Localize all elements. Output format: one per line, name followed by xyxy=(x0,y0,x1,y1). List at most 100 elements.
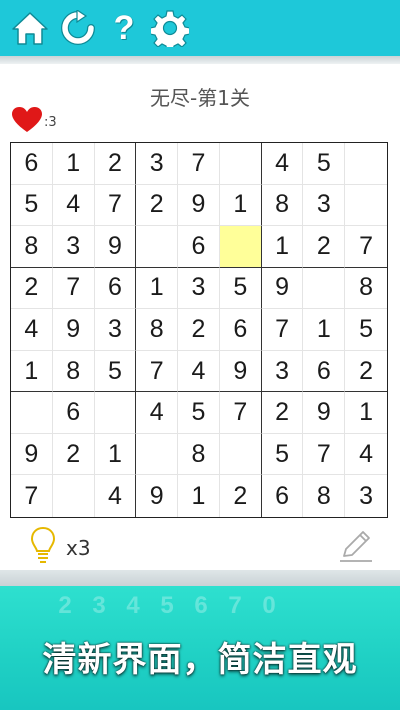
number-pad-key[interactable]: 6 xyxy=(188,592,214,620)
sudoku-cell[interactable]: 1 xyxy=(303,309,346,351)
sudoku-cell[interactable]: 1 xyxy=(261,226,304,268)
sudoku-cell[interactable]: 7 xyxy=(11,475,53,517)
sudoku-cell[interactable]: 7 xyxy=(136,350,179,393)
sudoku-cell[interactable]: 4 xyxy=(11,309,53,351)
sudoku-cell[interactable]: 9 xyxy=(178,184,220,227)
sudoku-cell[interactable]: 9 xyxy=(261,267,304,310)
pencil-button[interactable] xyxy=(336,526,376,566)
sudoku-cell[interactable]: 8 xyxy=(261,184,304,227)
lives-count: :3 xyxy=(44,114,57,130)
sudoku-cell[interactable]: 5 xyxy=(345,309,387,351)
sudoku-cell[interactable]: 8 xyxy=(345,268,387,310)
sudoku-board: 6123745547291838396127276135984938267151… xyxy=(10,142,388,518)
sudoku-cell[interactable]: 9 xyxy=(11,433,53,476)
sudoku-cell[interactable]: 7 xyxy=(345,226,387,268)
sudoku-cell[interactable]: 7 xyxy=(303,433,346,476)
sudoku-cell[interactable]: 6 xyxy=(303,350,346,393)
sudoku-cell[interactable]: 6 xyxy=(94,267,137,310)
sudoku-cell[interactable]: 3 xyxy=(345,475,387,517)
sudoku-cell[interactable]: 6 xyxy=(178,226,220,268)
sudoku-cell[interactable] xyxy=(136,226,179,268)
sudoku-cell[interactable]: 3 xyxy=(261,350,304,393)
sudoku-cell[interactable]: 9 xyxy=(136,475,179,517)
sudoku-cell[interactable]: 2 xyxy=(220,475,262,517)
sudoku-cell[interactable]: 1 xyxy=(136,267,179,310)
sudoku-cell[interactable]: 7 xyxy=(52,267,95,310)
number-pad-key[interactable]: 2 xyxy=(52,592,78,620)
sudoku-cell[interactable]: 4 xyxy=(261,143,304,185)
sudoku-cell[interactable]: 8 xyxy=(11,226,53,268)
sudoku-cell[interactable]: 9 xyxy=(52,309,95,351)
sudoku-cell[interactable] xyxy=(11,392,53,434)
level-title: 无尽-第1关 xyxy=(150,86,250,110)
sudoku-cell[interactable]: 8 xyxy=(52,350,95,393)
help-icon: ? xyxy=(113,8,135,47)
sudoku-cell[interactable]: 4 xyxy=(178,350,220,393)
sudoku-cell[interactable]: 8 xyxy=(303,475,346,517)
sudoku-cell[interactable] xyxy=(94,392,137,434)
lives-indicator: :3 xyxy=(12,107,57,132)
sudoku-cell[interactable]: 4 xyxy=(52,184,95,227)
sudoku-cell[interactable]: 2 xyxy=(261,392,304,434)
sudoku-cell[interactable] xyxy=(219,433,262,476)
hint-button[interactable]: x3 xyxy=(30,524,91,566)
sudoku-cell[interactable]: 9 xyxy=(219,350,262,393)
help-button[interactable]: ? xyxy=(104,8,144,48)
sudoku-cell[interactable]: 2 xyxy=(303,226,346,268)
sudoku-cell[interactable]: 5 xyxy=(178,392,220,434)
sudoku-cell[interactable]: 2 xyxy=(178,309,220,351)
settings-button[interactable] xyxy=(150,8,190,48)
sudoku-cell[interactable]: 8 xyxy=(178,433,220,476)
number-pad-key[interactable]: 0 xyxy=(256,592,282,620)
home-button[interactable] xyxy=(10,8,50,48)
sudoku-cell[interactable]: 6 xyxy=(52,392,95,434)
number-pad-key[interactable]: 3 xyxy=(86,592,112,620)
sudoku-cell[interactable]: 6 xyxy=(219,309,262,351)
sudoku-cell[interactable]: 1 xyxy=(219,184,262,227)
number-pad-key[interactable]: 5 xyxy=(154,592,180,620)
sudoku-cell[interactable]: 9 xyxy=(94,226,137,268)
number-pad-key[interactable]: 7 xyxy=(222,592,248,620)
sudoku-cell[interactable] xyxy=(219,226,262,268)
sudoku-cell[interactable]: 4 xyxy=(345,434,387,476)
sudoku-cell[interactable]: 5 xyxy=(261,433,304,476)
sudoku-cell[interactable]: 2 xyxy=(94,143,137,185)
sudoku-cell[interactable]: 3 xyxy=(136,143,179,185)
sudoku-cell[interactable]: 2 xyxy=(52,433,95,476)
sudoku-cell[interactable]: 1 xyxy=(178,475,220,517)
restart-button[interactable] xyxy=(58,8,98,48)
sudoku-cell[interactable]: 4 xyxy=(95,475,137,517)
sudoku-cell[interactable]: 7 xyxy=(178,143,220,185)
sudoku-cell[interactable] xyxy=(136,433,179,476)
sudoku-cell[interactable]: 1 xyxy=(94,433,137,476)
sudoku-cell[interactable]: 3 xyxy=(178,267,220,310)
sudoku-cell[interactable]: 9 xyxy=(303,392,346,434)
sudoku-cell[interactable]: 7 xyxy=(94,184,137,227)
sudoku-cell[interactable]: 2 xyxy=(345,351,387,393)
sudoku-cell[interactable]: 5 xyxy=(219,267,262,310)
sudoku-cell[interactable] xyxy=(53,475,95,517)
sudoku-cell[interactable]: 2 xyxy=(136,184,179,227)
sudoku-cell[interactable]: 7 xyxy=(219,392,262,434)
sudoku-cell[interactable] xyxy=(345,143,387,185)
sudoku-cell[interactable]: 6 xyxy=(262,475,304,517)
home-icon xyxy=(12,12,48,45)
sudoku-cell[interactable]: 8 xyxy=(136,309,179,351)
sudoku-cell[interactable]: 3 xyxy=(94,309,137,351)
sudoku-cell[interactable] xyxy=(219,143,262,185)
sudoku-cell[interactable]: 3 xyxy=(303,184,346,227)
number-pad-key[interactable]: 4 xyxy=(120,592,146,620)
sudoku-cell[interactable]: 6 xyxy=(11,143,53,185)
sudoku-cell[interactable]: 7 xyxy=(261,309,304,351)
sudoku-cell[interactable]: 5 xyxy=(303,143,346,185)
sudoku-cell[interactable]: 1 xyxy=(345,392,387,434)
sudoku-cell[interactable]: 3 xyxy=(52,226,95,268)
sudoku-cell[interactable]: 4 xyxy=(136,392,179,434)
sudoku-cell[interactable]: 1 xyxy=(52,143,95,185)
sudoku-cell[interactable] xyxy=(345,185,387,227)
sudoku-cell[interactable]: 5 xyxy=(94,350,137,393)
sudoku-cell[interactable]: 1 xyxy=(11,350,53,393)
sudoku-cell[interactable]: 5 xyxy=(11,184,53,227)
sudoku-cell[interactable] xyxy=(303,267,346,310)
sudoku-cell[interactable]: 2 xyxy=(11,267,53,310)
